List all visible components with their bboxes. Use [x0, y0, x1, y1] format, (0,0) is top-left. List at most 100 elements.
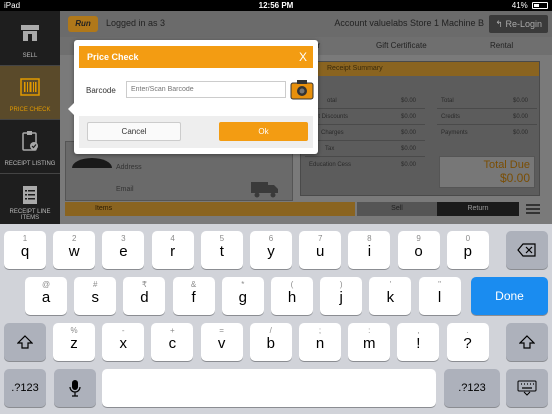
key-a[interactable]: @ a — [25, 277, 67, 315]
key-u[interactable]: 7u — [299, 231, 342, 269]
tab-return[interactable]: Return — [437, 202, 519, 216]
key-n[interactable]: ; n — [299, 323, 341, 361]
clock: 12:56 PM — [258, 1, 294, 10]
key-o[interactable]: 9o — [397, 231, 440, 269]
back-arrow-icon: ↰ — [495, 19, 506, 29]
cancel-button[interactable]: Cancel — [87, 122, 181, 141]
key-alt-label: ; — [318, 326, 322, 335]
summary-label: Credits — [441, 114, 461, 120]
numbers-key-left[interactable]: .?123 — [4, 369, 46, 407]
summary-value: $0.00 — [401, 130, 417, 136]
key-![interactable]: ,! — [397, 323, 440, 361]
barcode-label: Barcode — [86, 86, 116, 95]
battery-icon — [532, 2, 548, 9]
key-alt-label: 7 — [317, 234, 323, 243]
run-it-logo: Run — [68, 16, 98, 32]
key-h[interactable]: (h — [271, 277, 313, 315]
key-w[interactable]: 2w — [53, 231, 96, 269]
key-alt-label: ) — [339, 280, 343, 289]
key-main-label: ! — [416, 335, 421, 352]
list-document-icon — [23, 186, 37, 204]
sidebar-item-label: RECEIPT LISTING — [4, 161, 56, 167]
key-d[interactable]: ₹ d — [123, 277, 166, 315]
ok-button[interactable]: Ok — [219, 122, 308, 141]
menu-icon[interactable] — [526, 204, 540, 214]
dialog-title: Price Check — [87, 52, 139, 62]
key-x[interactable]: -x — [102, 323, 145, 361]
summary-value: $0.00 — [513, 130, 529, 136]
key-z[interactable]: % z — [53, 323, 95, 361]
key-p[interactable]: 0p — [446, 231, 489, 269]
shift-icon — [519, 335, 535, 349]
receipt-summary-title: Receipt Summary — [301, 62, 539, 76]
key-main-label: b — [266, 335, 275, 352]
shift-key-left[interactable] — [4, 323, 46, 361]
close-button[interactable]: X — [299, 46, 307, 68]
sidebar-item-label: RECEIPT LINE ITEMS — [9, 209, 51, 221]
total-due-value: $0.00 — [499, 171, 530, 185]
sidebar-item-price-check[interactable]: PRICE CHECK — [0, 65, 60, 119]
tab-sell[interactable]: Sell — [357, 202, 437, 216]
numbers-label: .?123 — [458, 382, 486, 394]
key-alt-label: % — [70, 326, 78, 335]
hide-keyboard-key[interactable] — [506, 369, 548, 407]
key-y[interactable]: 6y — [250, 231, 292, 269]
key-main-label: f — [191, 289, 196, 306]
key-s[interactable]: # s — [74, 277, 117, 315]
shift-key-right[interactable] — [506, 323, 548, 361]
sidebar-item-receipt-line-items[interactable]: RECEIPT LINE ITEMS — [0, 173, 60, 224]
customer-avatar-icon — [72, 158, 112, 168]
key-main-label: u — [316, 243, 325, 260]
key-v[interactable]: = v — [200, 323, 243, 361]
summary-value: $0.00 — [401, 146, 417, 152]
key-main-label: q — [20, 243, 30, 260]
backspace-key[interactable] — [506, 231, 548, 269]
shift-icon — [17, 335, 33, 349]
tab-gift-certificate[interactable]: Gift Certificate — [376, 41, 427, 50]
key-alt-label: 5 — [219, 234, 225, 243]
sidebar-item-receipt-listing[interactable]: RECEIPT LISTING — [0, 119, 60, 173]
key-main-label: c — [168, 335, 177, 352]
numbers-key-right[interactable]: .?123 — [444, 369, 500, 407]
key-main-label: l — [437, 289, 442, 306]
done-key[interactable]: Done — [471, 277, 548, 315]
sidebar-item-sell[interactable]: SELL — [0, 11, 60, 65]
key-g[interactable]: * g — [221, 277, 264, 315]
key-alt-label: " — [438, 280, 442, 289]
key-main-label: a — [41, 289, 51, 306]
onscreen-keyboard: 1q2w3e4r5t6y7u8i9o0p @ a # s ₹ d & f * g(h) j ' k " l … — [0, 224, 552, 414]
items-bar: Items — [65, 202, 355, 216]
key-alt-label: * — [241, 280, 245, 289]
tab-rental[interactable]: Rental — [490, 41, 513, 50]
microphone-icon — [69, 380, 81, 397]
barcode-input[interactable] — [126, 81, 286, 98]
key-l[interactable]: " l — [418, 277, 461, 315]
account-label: Account valuelabs Store 1 Machine B — [334, 18, 484, 28]
key-q[interactable]: 1q — [4, 231, 46, 269]
space-key[interactable] — [102, 369, 436, 407]
key-main-label: k — [386, 289, 395, 306]
key-i[interactable]: 8i — [348, 231, 391, 269]
key-?[interactable]: .? — [446, 323, 489, 361]
delivery-truck-icon[interactable] — [250, 180, 280, 198]
relogin-button[interactable]: ↰ Re-Login — [489, 15, 548, 33]
camera-scan-icon[interactable] — [290, 78, 314, 100]
key-j[interactable]: ) j — [320, 277, 363, 315]
dictation-key[interactable] — [54, 369, 96, 407]
key-c[interactable]: + c — [151, 323, 194, 361]
key-main-label: w — [68, 243, 80, 260]
key-e[interactable]: 3e — [102, 231, 145, 269]
key-m[interactable]: :m — [348, 323, 391, 361]
dialog-pointer — [68, 103, 74, 115]
key-k[interactable]: ' k — [369, 277, 412, 315]
key-f[interactable]: & f — [172, 277, 215, 315]
sidebar-item-label: SELL — [22, 53, 38, 59]
key-b[interactable]: / b — [249, 323, 292, 361]
key-r[interactable]: 4r — [151, 231, 194, 269]
key-main-label: j — [339, 289, 343, 306]
status-bar: iPad 12:56 PM 41% — [0, 0, 552, 11]
summary-value: $0.00 — [401, 114, 417, 120]
key-t[interactable]: 5t — [200, 231, 243, 269]
key-alt-label: @ — [41, 280, 51, 289]
key-alt-label: 4 — [170, 234, 175, 243]
